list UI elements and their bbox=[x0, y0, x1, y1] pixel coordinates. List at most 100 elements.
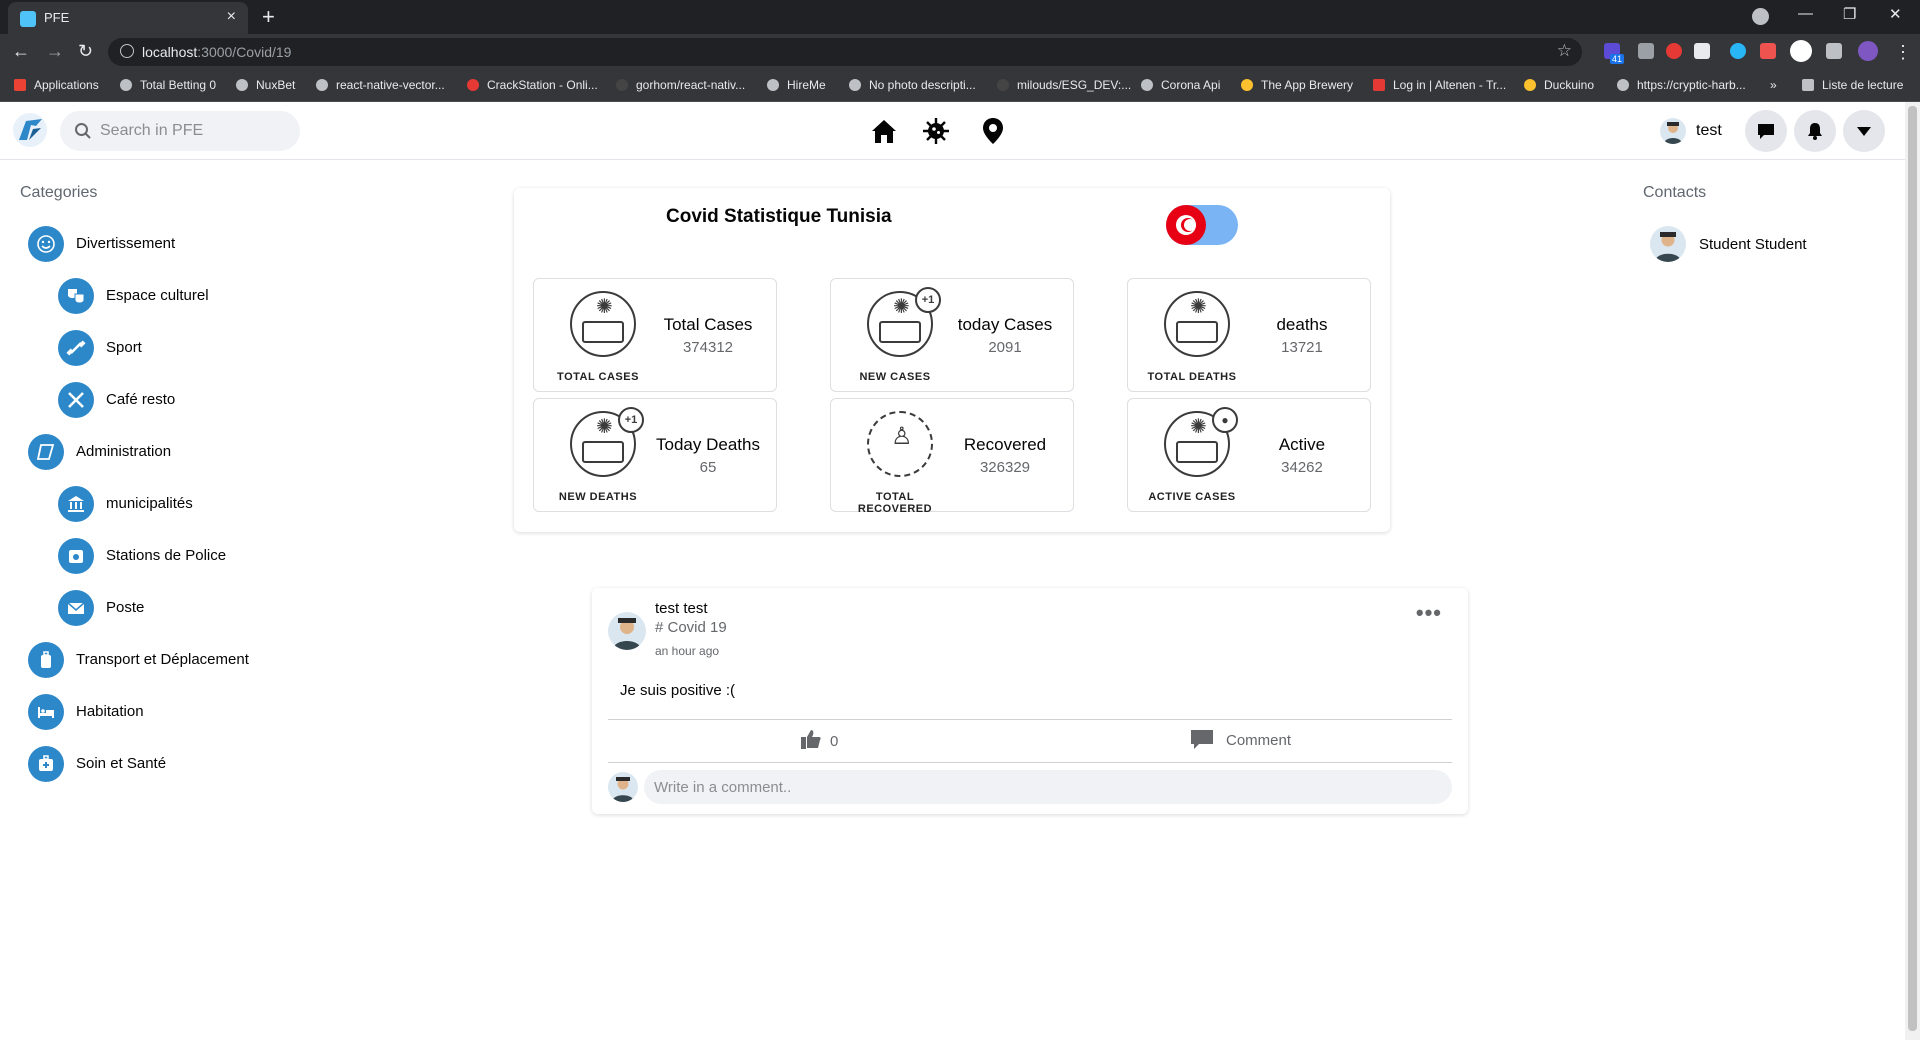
country-toggle[interactable] bbox=[1166, 205, 1238, 245]
contacts-title: Contacts bbox=[1643, 184, 1707, 201]
extension-icon[interactable] bbox=[1760, 43, 1776, 59]
browser-tab[interactable]: PFE × bbox=[8, 2, 248, 34]
minimize-icon[interactable]: — bbox=[1798, 5, 1813, 22]
extension-icon[interactable] bbox=[1638, 43, 1654, 59]
bookmark-item[interactable]: CrackStation - Onli... bbox=[467, 78, 598, 92]
contact-name: Student Student bbox=[1699, 236, 1807, 253]
bookmark-item[interactable]: Corona Api bbox=[1141, 78, 1220, 92]
avatar[interactable] bbox=[608, 612, 646, 650]
scrollbar-thumb[interactable] bbox=[1908, 106, 1917, 1031]
tab-close-icon[interactable]: × bbox=[227, 8, 236, 26]
city-hall-icon bbox=[58, 486, 94, 522]
map-pin-icon[interactable] bbox=[978, 116, 1008, 146]
stat-card-active: ✺ ● ACTIVE CASES Active 34262 bbox=[1127, 398, 1371, 512]
page-scrollbar[interactable] bbox=[1905, 102, 1920, 1040]
categories-title: Categories bbox=[20, 184, 98, 201]
stat-label: today Cases bbox=[957, 315, 1053, 334]
post-author[interactable]: test test bbox=[655, 600, 708, 617]
bookmarks-bar: Applications Total Betting 0 NuxBet reac… bbox=[0, 70, 1920, 102]
extensions-puzzle-icon[interactable] bbox=[1826, 43, 1842, 59]
extension-badge: 41 bbox=[1610, 54, 1625, 64]
bookmark-item[interactable]: gorhom/react-nativ... bbox=[616, 78, 745, 92]
notifications-button[interactable] bbox=[1794, 110, 1836, 152]
divider bbox=[608, 719, 1452, 720]
bookmark-item[interactable]: milouds/ESG_DEV:... bbox=[997, 78, 1131, 92]
stat-card-today-deaths: ✺ +1 NEW DEATHS Today Deaths 65 bbox=[533, 398, 777, 512]
stat-value: 34262 bbox=[1281, 459, 1323, 476]
extension-icon[interactable] bbox=[1730, 43, 1746, 59]
tunisia-flag-icon bbox=[1166, 205, 1206, 245]
post-text: Je suis positive :( bbox=[620, 682, 736, 699]
bookmark-item[interactable]: No photo descripti... bbox=[849, 78, 976, 92]
app-header: test bbox=[0, 102, 1905, 160]
sidebar-item-label: Poste bbox=[106, 599, 145, 616]
stats-title: Covid Statistique Tunisia bbox=[666, 206, 892, 227]
post-card: test test # Covid 19 an hour ago ••• Je … bbox=[592, 588, 1468, 814]
more-options-icon[interactable]: ••• bbox=[1416, 600, 1442, 626]
bookmark-item[interactable]: Log in | Altenen - Tr... bbox=[1373, 78, 1506, 92]
bookmark-item[interactable]: Duckuino bbox=[1524, 78, 1594, 92]
extension-icon[interactable] bbox=[1666, 43, 1682, 59]
back-icon[interactable]: ← bbox=[12, 41, 30, 62]
home-icon[interactable] bbox=[869, 116, 899, 146]
bookmark-item[interactable]: HireMe bbox=[767, 78, 826, 92]
stat-value: 326329 bbox=[979, 459, 1031, 476]
browser-toolbar: ← → ↻ localhost:3000/Covid/19 ☆ 41 ⋮ bbox=[0, 34, 1920, 70]
luggage-icon bbox=[28, 642, 64, 678]
site-info-icon[interactable] bbox=[120, 44, 134, 58]
stat-label: Today Deaths bbox=[656, 435, 760, 454]
stat-value: 65 bbox=[699, 459, 717, 476]
forward-icon[interactable]: → bbox=[46, 41, 64, 62]
medical-kit-icon bbox=[28, 746, 64, 782]
hospital-bed-icon: ✺ TOTAL CASES bbox=[548, 291, 648, 387]
bookmark-item[interactable]: Total Betting 0 bbox=[120, 78, 216, 92]
comment-input[interactable] bbox=[644, 770, 1452, 804]
browser-menu-icon[interactable]: ⋮ bbox=[1894, 42, 1912, 63]
search-icon bbox=[75, 123, 91, 139]
bookmark-item[interactable]: The App Brewery bbox=[1241, 78, 1353, 92]
stat-label: Total Cases bbox=[663, 315, 753, 334]
reload-icon[interactable]: ↻ bbox=[78, 41, 93, 62]
like-button[interactable]: 0 bbox=[800, 728, 838, 754]
stat-card-total-cases: ✺ TOTAL CASES Total Cases 374312 bbox=[533, 278, 777, 392]
post-tag[interactable]: # Covid 19 bbox=[655, 619, 727, 636]
messenger-button[interactable] bbox=[1745, 110, 1787, 152]
divider bbox=[608, 762, 1452, 763]
profile-avatar-icon[interactable] bbox=[1858, 41, 1878, 61]
sidebar-item-label: municipalités bbox=[106, 495, 193, 512]
active-case-icon: ✺ ● ACTIVE CASES bbox=[1142, 407, 1242, 507]
new-tab-icon[interactable]: + bbox=[262, 4, 275, 30]
covid-stats-card: Covid Statistique Tunisia ✺ TOTAL CASES … bbox=[514, 188, 1390, 532]
bookmarks-overflow-button[interactable]: » bbox=[1770, 78, 1777, 92]
search-input[interactable] bbox=[100, 111, 290, 151]
theater-masks-icon bbox=[58, 278, 94, 314]
reading-list-button[interactable]: Liste de lecture bbox=[1802, 78, 1903, 92]
search-box bbox=[60, 111, 300, 151]
coffin-plus-icon: ✺ +1 NEW DEATHS bbox=[548, 407, 648, 507]
bookmark-item[interactable]: react-native-vector... bbox=[316, 78, 445, 92]
bookmark-item[interactable]: NuxBet bbox=[236, 78, 295, 92]
extension-icon[interactable] bbox=[1694, 43, 1710, 59]
bookmark-item[interactable]: Applications bbox=[14, 78, 99, 92]
address-bar[interactable]: localhost:3000/Covid/19 ☆ bbox=[108, 38, 1582, 66]
comment-button[interactable]: Comment bbox=[1190, 728, 1291, 754]
dumbbell-icon bbox=[58, 330, 94, 366]
stat-value: 2091 bbox=[988, 339, 1022, 356]
bookmark-star-icon[interactable]: ☆ bbox=[1557, 41, 1572, 61]
thumbs-up-icon bbox=[801, 730, 821, 749]
sidebar-item-label: Espace culturel bbox=[106, 287, 209, 304]
stat-label: Active bbox=[1278, 435, 1326, 454]
account-menu-button[interactable] bbox=[1843, 110, 1885, 152]
app-logo[interactable] bbox=[12, 112, 48, 148]
stat-card-today-cases: ✺ +1 NEW CASES today Cases 2091 bbox=[830, 278, 1074, 392]
virus-icon[interactable] bbox=[921, 116, 951, 146]
tab-title: PFE bbox=[44, 10, 70, 25]
bookmark-item[interactable]: https://cryptic-harb... bbox=[1617, 78, 1746, 92]
tab-search-icon[interactable] bbox=[1752, 8, 1769, 25]
sidebar-item-label: Administration bbox=[76, 443, 172, 460]
extension-icon[interactable] bbox=[1790, 40, 1812, 62]
window-close-icon[interactable]: ✕ bbox=[1889, 5, 1902, 23]
building-icon bbox=[28, 434, 64, 470]
comment-icon bbox=[1191, 730, 1213, 749]
restore-icon[interactable]: ❐ bbox=[1843, 5, 1856, 23]
